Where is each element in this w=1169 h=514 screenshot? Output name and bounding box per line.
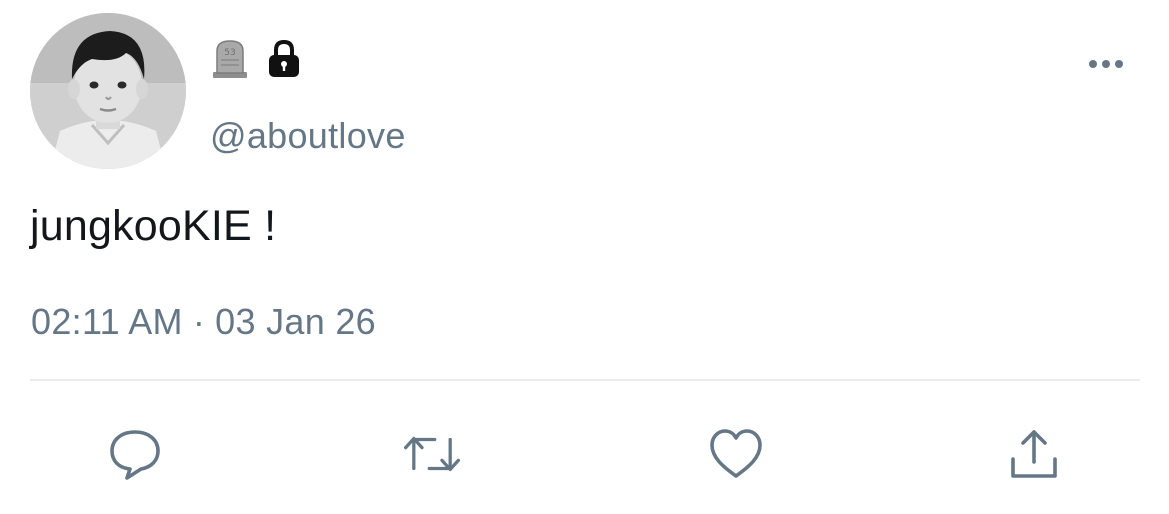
reply-icon [110,430,160,480]
display-name: 53 [212,38,302,80]
tweet-date: 03 Jan 26 [215,301,376,342]
tweet-timestamp: 02:11 AM · 03 Jan 26 [31,300,376,344]
lock-icon [269,39,299,77]
timestamp-separator: · [192,301,206,342]
retweet-icon [404,436,460,472]
headstone-emoji-icon: 53 [213,40,247,78]
svg-text:53: 53 [224,48,235,58]
tweet-text: jungkooKIE ! [30,202,277,250]
avatar-photo [30,13,186,169]
divider [30,379,1140,381]
share-icon [1011,430,1057,478]
more-options-icon[interactable] [1086,56,1126,72]
retweet-button[interactable] [402,424,462,484]
share-button[interactable] [1004,424,1064,484]
reply-button[interactable] [105,424,165,484]
heart-icon [710,429,762,478]
avatar[interactable] [30,13,186,169]
like-button[interactable] [706,424,766,484]
tweet-time: 02:11 AM [31,301,183,342]
user-handle[interactable]: @aboutlove [210,114,406,158]
